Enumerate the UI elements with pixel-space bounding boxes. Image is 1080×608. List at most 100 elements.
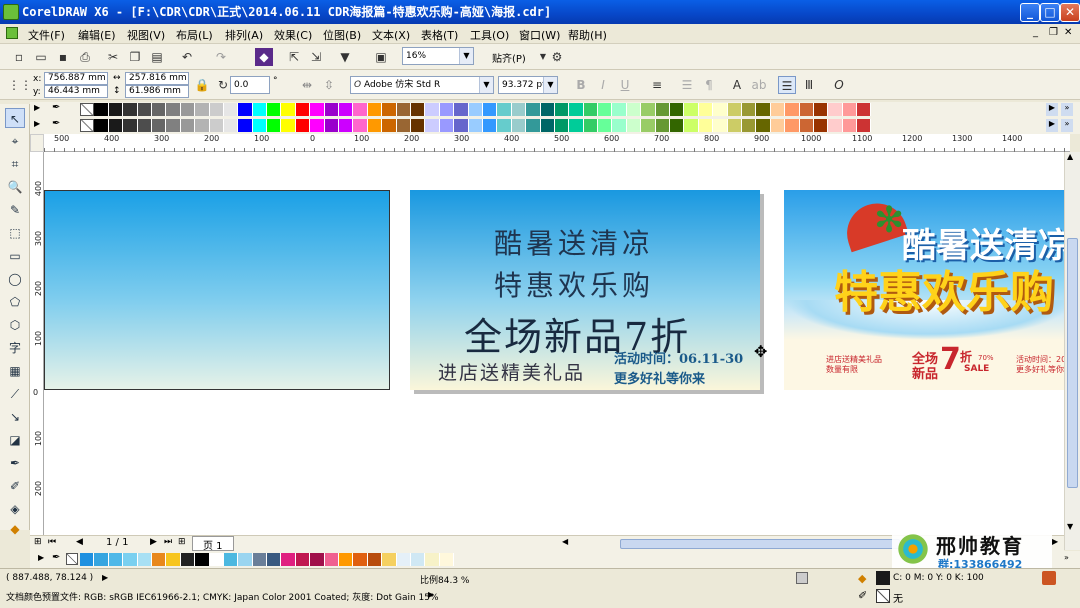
color-swatch[interactable]: [410, 553, 426, 566]
minimize-button[interactable]: _: [1020, 3, 1040, 22]
menu-help[interactable]: 帮助(H): [568, 27, 607, 43]
color-swatch[interactable]: [410, 119, 426, 132]
text-properties-icon[interactable]: A: [728, 76, 746, 94]
color-swatch[interactable]: [785, 119, 800, 132]
color-swatch[interactable]: [310, 119, 325, 132]
color-swatch[interactable]: [123, 553, 138, 566]
color-swatch[interactable]: [641, 103, 656, 116]
menu-arrange[interactable]: 排列(A): [225, 27, 263, 43]
page-tab[interactable]: 页 1: [192, 536, 234, 552]
color-swatch[interactable]: [137, 553, 152, 566]
color-swatch[interactable]: [454, 103, 469, 116]
color-swatch[interactable]: [324, 103, 340, 116]
open-icon[interactable]: ▭: [32, 48, 50, 66]
new-icon[interactable]: ▫: [10, 48, 28, 66]
color-swatch[interactable]: [569, 119, 584, 132]
color-swatch[interactable]: [339, 103, 354, 116]
color-swatch[interactable]: [684, 103, 699, 116]
italic-icon[interactable]: I: [594, 76, 612, 94]
cut-icon[interactable]: ✂: [104, 48, 122, 66]
color-swatch[interactable]: [569, 103, 584, 116]
color-swatch[interactable]: [526, 103, 541, 116]
color-swatch[interactable]: [353, 553, 368, 566]
color-swatch[interactable]: [857, 119, 872, 132]
color-swatch[interactable]: [439, 119, 455, 132]
color-swatch[interactable]: [756, 119, 771, 132]
color-swatch[interactable]: [295, 553, 311, 566]
palette-expand-icon[interactable]: »: [1061, 103, 1073, 116]
color-swatch[interactable]: [425, 553, 440, 566]
menu-window[interactable]: 窗口(W): [519, 27, 560, 43]
poster-draft[interactable]: 酷暑送清凉 特惠欢乐购 全场新品7折 进店送精美礼品 活动时间：06.11-30…: [410, 190, 760, 390]
color-swatch[interactable]: [526, 119, 541, 132]
color-swatch[interactable]: [468, 103, 483, 116]
menu-view[interactable]: 视图(V): [127, 27, 165, 43]
color-swatch[interactable]: [367, 119, 383, 132]
doc-close-icon[interactable]: ✕: [1064, 27, 1072, 38]
color-swatch[interactable]: [396, 103, 411, 116]
color-swatch[interactable]: [698, 103, 714, 116]
poster-subheadline[interactable]: 特惠欢乐购: [494, 264, 654, 304]
color-swatch[interactable]: [238, 553, 253, 566]
color-swatch[interactable]: [554, 103, 570, 116]
color-swatch[interactable]: [713, 119, 728, 132]
width-field[interactable]: 257.816 mm: [125, 72, 189, 85]
next-page-icon[interactable]: ▶: [150, 537, 157, 547]
color-swatch[interactable]: [382, 103, 397, 116]
palette-scroll-left-icon[interactable]: ▶: [38, 553, 44, 562]
fill-tool-icon[interactable]: ◈: [5, 499, 25, 519]
color-swatch[interactable]: [813, 119, 829, 132]
maximize-button[interactable]: □: [1040, 3, 1060, 22]
color-swatch[interactable]: [770, 119, 786, 132]
edit-text-icon[interactable]: ab: [750, 76, 768, 94]
menu-text[interactable]: 文本(X): [372, 27, 410, 43]
final-seven[interactable]: 7: [940, 342, 961, 377]
interactive-fill-tool-icon[interactable]: ◆: [5, 519, 25, 539]
object-origin-icon[interactable]: ⋮⋮: [8, 76, 32, 94]
opentype-icon[interactable]: O: [830, 76, 848, 94]
poster-headline[interactable]: 酷暑送清凉: [494, 222, 654, 262]
scroll-right-icon[interactable]: ▶: [1052, 537, 1058, 546]
color-swatch[interactable]: [813, 103, 829, 116]
color-swatch[interactable]: [295, 103, 311, 116]
font-size-select[interactable]: 93.372 pt ▼: [498, 76, 558, 94]
scroll-up-icon[interactable]: ▲: [1067, 152, 1073, 161]
document-palette-swatches[interactable]: [80, 553, 455, 566]
color-swatch[interactable]: [367, 553, 383, 566]
application-launcher-icon[interactable]: ▼: [336, 48, 354, 66]
color-swatch[interactable]: [828, 119, 843, 132]
color-swatch[interactable]: [367, 103, 383, 116]
color-swatch[interactable]: [324, 553, 340, 566]
color-swatch[interactable]: [94, 103, 109, 116]
color-eyedropper-tool-icon[interactable]: ✒: [5, 453, 25, 473]
color-swatch[interactable]: [482, 103, 498, 116]
color-swatch[interactable]: [468, 119, 483, 132]
no-color-swatch[interactable]: [80, 119, 95, 132]
underline-icon[interactable]: U: [616, 76, 634, 94]
menu-edit[interactable]: 编辑(E): [78, 27, 116, 43]
color-swatch[interactable]: [713, 103, 728, 116]
color-swatch[interactable]: [626, 103, 642, 116]
color-palette-row-2[interactable]: [80, 119, 872, 132]
close-button[interactable]: ✕: [1060, 3, 1080, 22]
color-swatch[interactable]: [583, 119, 599, 132]
color-swatch[interactable]: [511, 119, 527, 132]
color-swatch[interactable]: [310, 103, 325, 116]
outline-color-swatch[interactable]: [876, 589, 890, 603]
color-swatch[interactable]: [324, 119, 340, 132]
palette-expand-icon[interactable]: »: [1064, 553, 1069, 562]
color-swatch[interactable]: [396, 553, 411, 566]
color-swatch[interactable]: [281, 103, 296, 116]
color-swatch[interactable]: [108, 119, 124, 132]
color-swatch[interactable]: [137, 103, 152, 116]
color-swatch[interactable]: [267, 119, 282, 132]
connector-tool-icon[interactable]: ↘: [5, 407, 25, 427]
x-position-field[interactable]: 756.887 mm: [44, 72, 108, 85]
palette-scroll-right-icon[interactable]: ▶: [1046, 103, 1058, 116]
color-swatch[interactable]: [151, 103, 167, 116]
color-swatch[interactable]: [180, 119, 196, 132]
color-swatch[interactable]: [151, 119, 167, 132]
color-swatch[interactable]: [295, 119, 311, 132]
color-swatch[interactable]: [497, 103, 512, 116]
menu-tools[interactable]: 工具(O): [470, 27, 509, 43]
